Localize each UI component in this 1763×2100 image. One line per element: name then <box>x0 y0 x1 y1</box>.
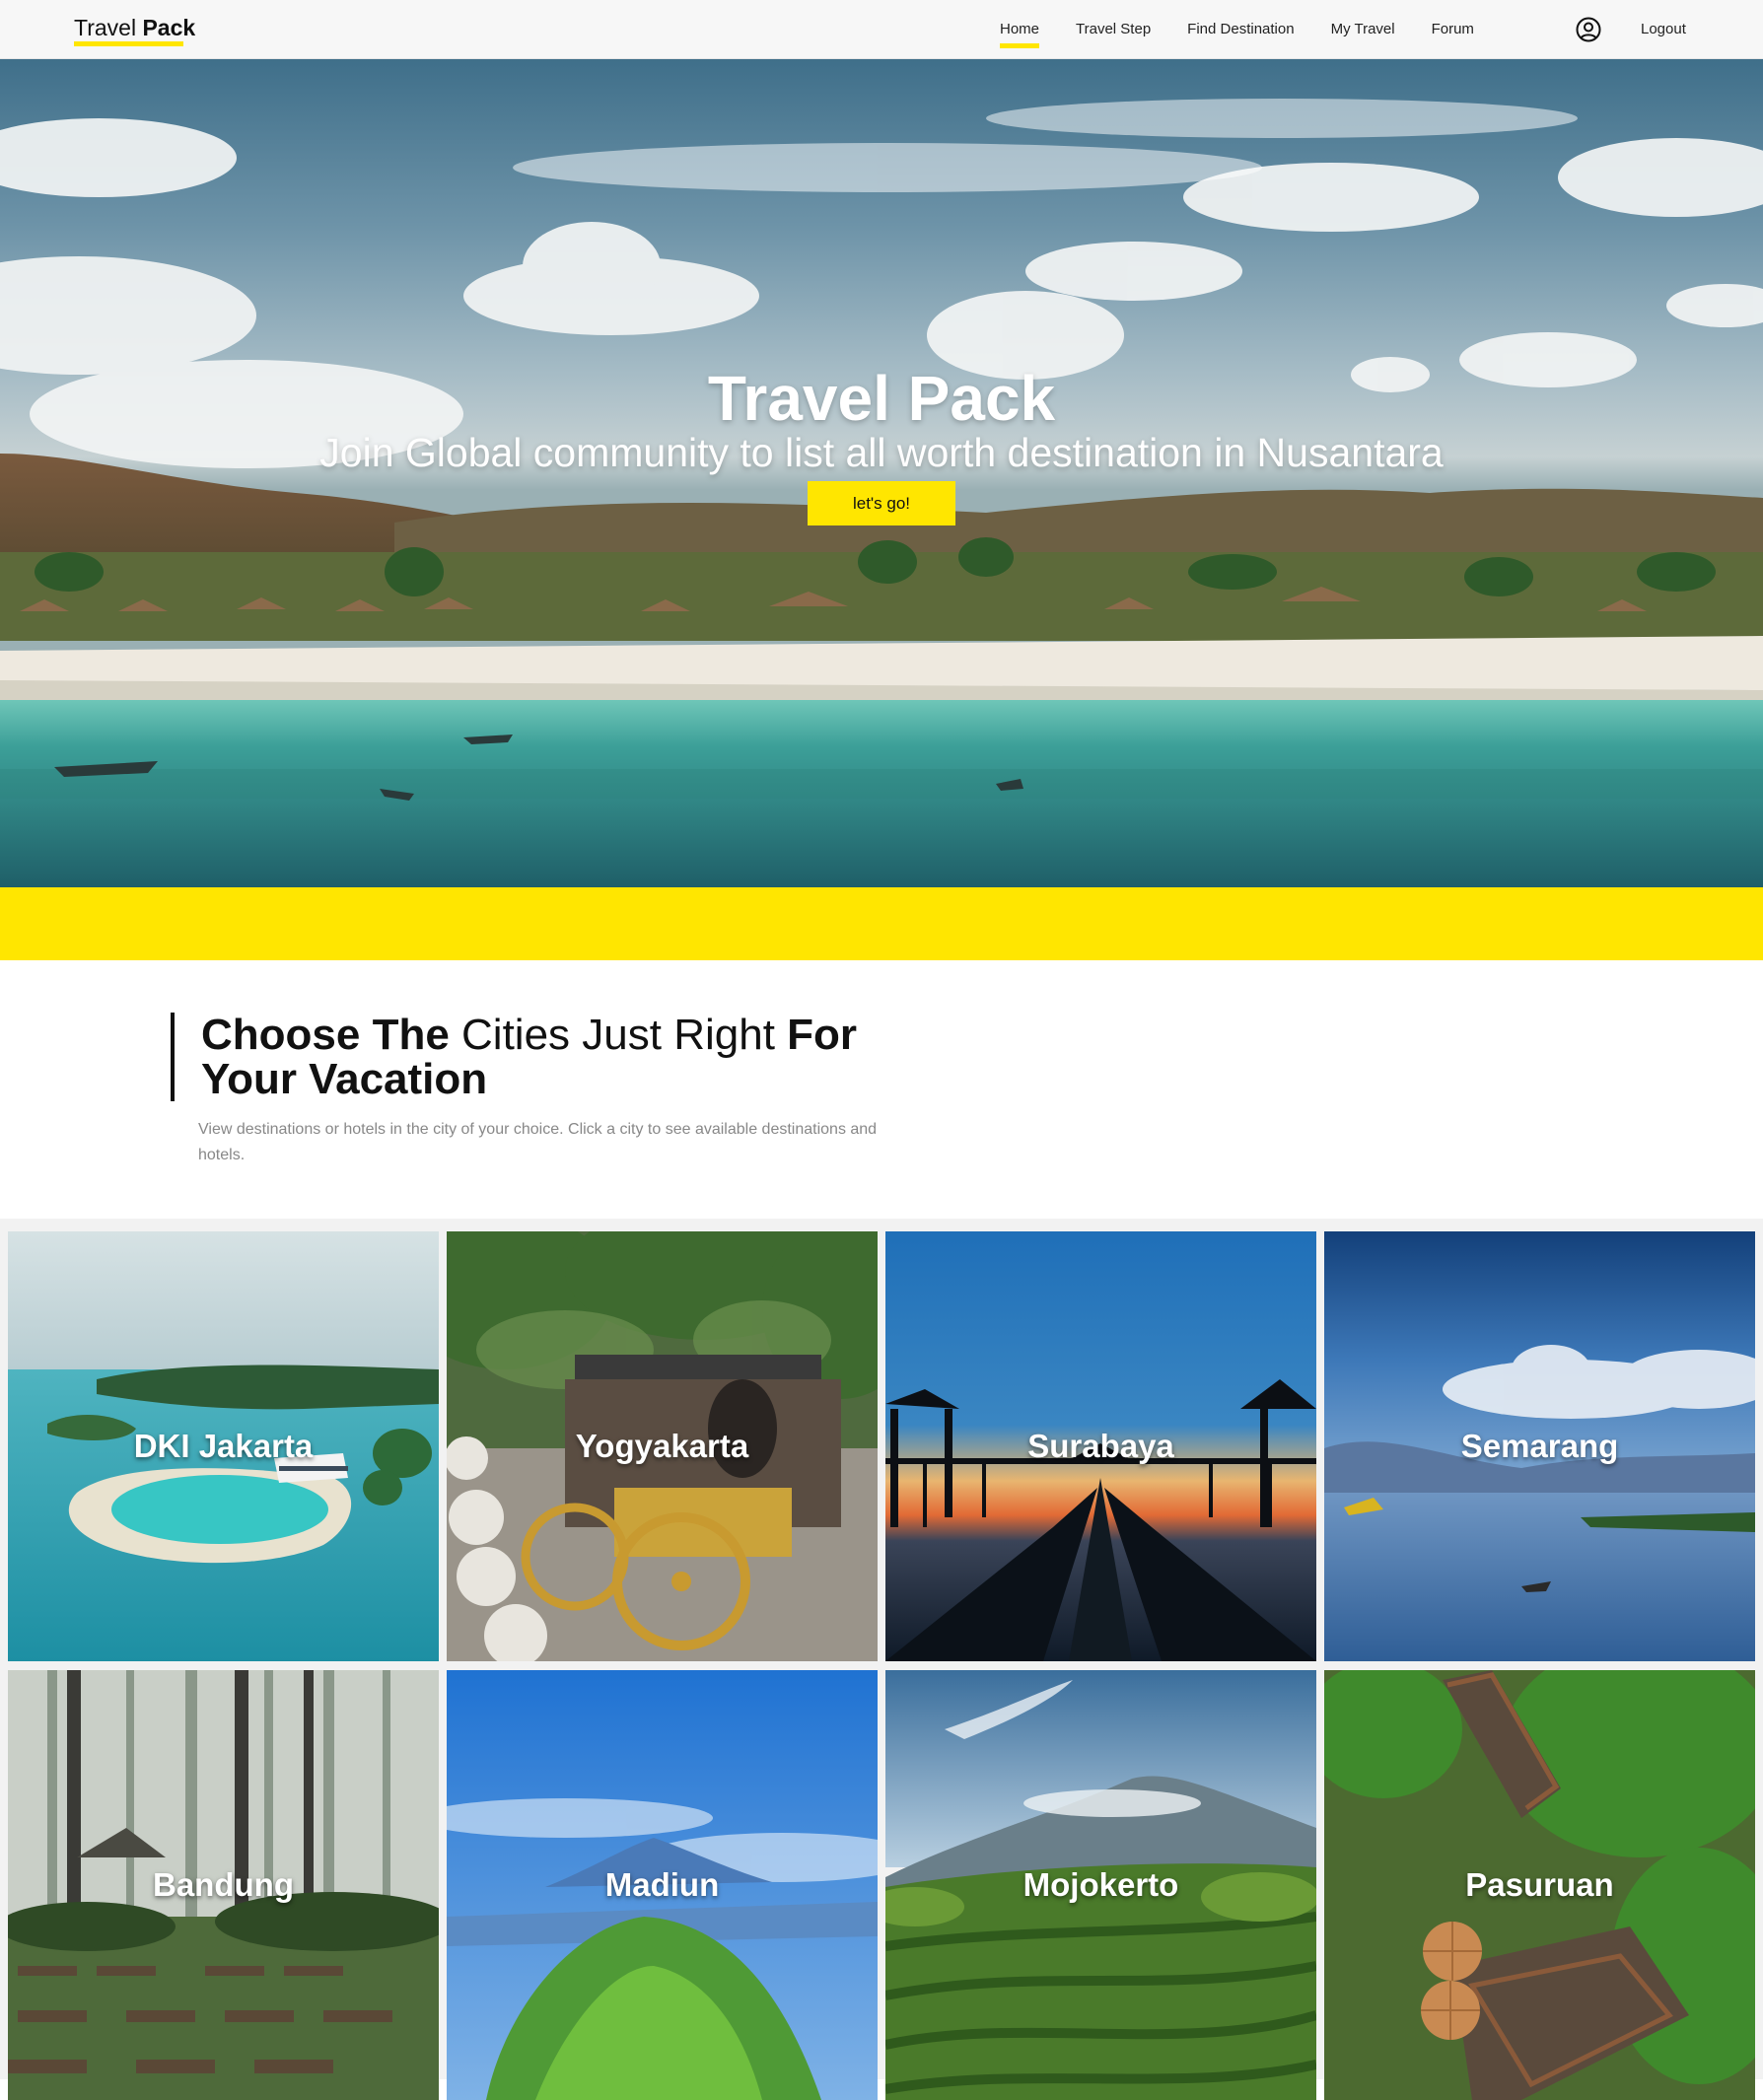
nav-link-forum[interactable]: Forum <box>1432 20 1474 39</box>
city-card-bandung[interactable]: Bandung <box>8 1670 439 2100</box>
city-name: Semarang <box>1460 1428 1619 1464</box>
city-card-semarang[interactable]: Semarang <box>1324 1231 1755 1661</box>
logout-link[interactable]: Logout <box>1641 20 1686 39</box>
city-card-surabaya[interactable]: Surabaya <box>885 1231 1316 1661</box>
navbar: Travel Pack Home Travel Step Find Destin… <box>0 0 1763 59</box>
city-card-mojokerto[interactable]: Mojokerto <box>885 1670 1316 2100</box>
yellow-divider-band <box>0 887 1763 960</box>
nav-links: Home Travel Step Find Destination My Tra… <box>986 0 1511 59</box>
hero-title: Travel Pack <box>707 363 1056 434</box>
nav-link-find-destination[interactable]: Find Destination <box>1187 20 1294 39</box>
city-name: Mojokerto <box>1023 1866 1179 1903</box>
nav-link-home[interactable]: Home <box>1000 20 1040 48</box>
city-card-dki-jakarta[interactable]: DKI Jakarta <box>8 1231 439 1661</box>
hero-banner: Travel Pack Join Global community to lis… <box>0 59 1763 887</box>
city-card-madiun[interactable]: Madiun <box>447 1670 878 2100</box>
heading-light-part: Cities Just Right <box>461 1011 775 1059</box>
brand-bold: Pack <box>142 15 196 40</box>
city-name: Yogyakarta <box>575 1428 749 1464</box>
nav-link-my-travel[interactable]: My Travel <box>1331 20 1395 39</box>
brand-underline <box>74 41 183 46</box>
city-name: Pasuruan <box>1465 1866 1614 1903</box>
city-name: Surabaya <box>1027 1428 1174 1464</box>
city-card-yogyakarta[interactable]: Yogyakarta <box>447 1231 878 1661</box>
heading-bold-part-1: Choose The <box>201 1011 450 1059</box>
brand-logo[interactable]: Travel Pack <box>74 14 195 41</box>
city-name: Madiun <box>604 1866 720 1903</box>
user-circle-icon[interactable] <box>1576 17 1601 42</box>
section-heading: Choose The Cities Just Right For Your Va… <box>201 1013 951 1101</box>
section-description: View destinations or hotels in the city … <box>198 1121 878 1163</box>
brand-light: Travel <box>74 15 137 40</box>
lets-go-button[interactable]: let's go! <box>808 481 955 525</box>
heading-accent-bar <box>171 1013 175 1101</box>
city-name: DKI Jakarta <box>133 1428 314 1464</box>
hero-subtitle: Join Global community to list all worth … <box>319 430 1444 475</box>
city-card-pasuruan[interactable]: Pasuruan <box>1324 1670 1755 2100</box>
city-name: Bandung <box>153 1866 294 1903</box>
nav-link-travel-step[interactable]: Travel Step <box>1076 20 1151 39</box>
